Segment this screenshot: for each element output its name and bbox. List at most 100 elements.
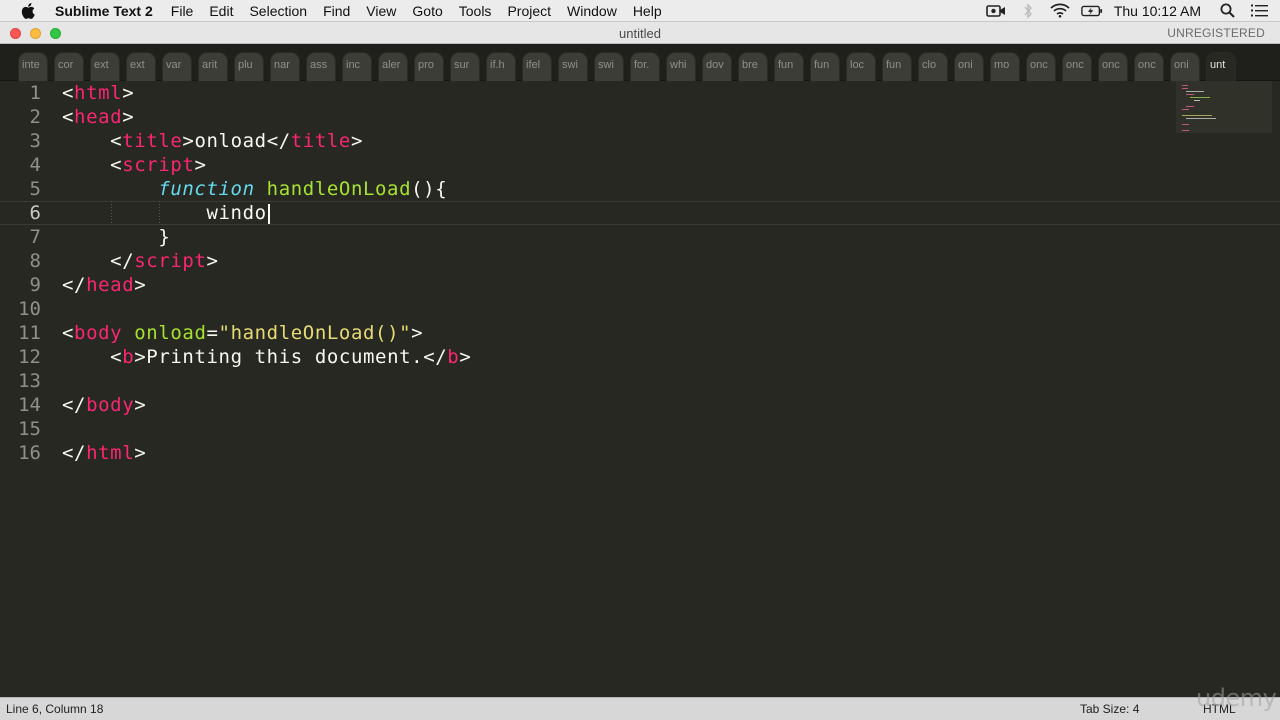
code-line: <script> [110,154,207,176]
tab-label: ext [130,59,145,71]
tab-label: cor [58,59,74,71]
window-title-bar: untitled UNREGISTERED [0,22,1280,44]
minimap[interactable] [1176,81,1272,133]
tab-active[interactable]: unt [1206,52,1236,81]
code-line: <html> [62,82,135,104]
tab[interactable]: onc [1026,52,1056,81]
tab-label: ass [310,59,328,71]
menu-view[interactable]: View [358,3,404,19]
tab[interactable]: inc [342,52,372,81]
tab-label: sur [454,59,470,71]
screen-record-icon[interactable] [985,2,1007,20]
tab[interactable]: plu [234,52,264,81]
tab[interactable]: whi [666,52,696,81]
cursor-position: Line 6, Column 18 [6,702,104,716]
tab[interactable]: if.h [486,52,516,81]
notification-center-icon[interactable] [1248,2,1270,20]
tab-label: for. [634,59,650,71]
line-number: 12 [18,346,41,368]
menu-app-name[interactable]: Sublime Text 2 [47,3,163,19]
tab[interactable]: var [162,52,192,81]
menu-goto[interactable]: Goto [404,3,450,19]
tab[interactable]: ifel [522,52,552,81]
tab-label: inte [22,59,40,71]
line-number: 15 [18,418,41,440]
menu-project[interactable]: Project [499,3,559,19]
menu-file[interactable]: File [163,3,202,19]
tab[interactable]: loc [846,52,876,81]
tab[interactable]: swi [594,52,624,81]
code-line: function handleOnLoad(){ [158,178,448,200]
code-line: } [158,226,171,248]
tab-label: swi [562,59,578,71]
tab[interactable]: onc [1134,52,1164,81]
tab[interactable]: swi [558,52,588,81]
tab[interactable]: inte [18,52,48,81]
tab-label: bre [742,59,758,71]
tab[interactable]: onc [1062,52,1092,81]
menubar-clock[interactable]: Thu 10:12 AM [1114,3,1201,19]
tab[interactable]: mo [990,52,1020,81]
tab[interactable]: clo [918,52,948,81]
tab[interactable]: dov [702,52,732,81]
tab-label: mo [994,59,1010,71]
tab-label: onc [1066,59,1084,71]
line-number: 5 [29,178,41,200]
tab[interactable]: nar [270,52,300,81]
code-line-current: windo [62,201,471,225]
tab-label: oni [1174,59,1189,71]
tab-label: whi [670,59,687,71]
battery-charging-icon[interactable] [1081,2,1103,20]
tab[interactable]: ext [90,52,120,81]
tab-label: aler [382,59,401,71]
tab[interactable]: cor [54,52,84,81]
tab[interactable]: ass [306,52,336,81]
line-number: 9 [29,274,41,296]
line-number: 11 [18,322,41,344]
menu-find[interactable]: Find [315,3,358,19]
tab-label: onc [1030,59,1048,71]
tab-size-selector[interactable]: Tab Size: 4 [1080,702,1139,716]
wifi-icon[interactable] [1049,2,1071,20]
menu-window[interactable]: Window [559,3,625,19]
tab-strip: inte cor ext ext var arit plu nar ass in… [0,44,1280,81]
apple-icon[interactable] [19,2,37,20]
line-number: 1 [29,82,41,104]
bluetooth-icon[interactable] [1017,2,1039,20]
tab[interactable]: sur [450,52,480,81]
tab[interactable]: pro [414,52,444,81]
spotlight-search-icon[interactable] [1216,2,1238,20]
code-line: </head> [62,274,147,296]
tab[interactable]: arit [198,52,228,81]
tab[interactable]: oni [1170,52,1200,81]
tab-label: arit [202,59,218,71]
code-text: <html> <head> <title>onload</title> <scr… [62,81,471,465]
tab[interactable]: for. [630,52,660,81]
menu-tools[interactable]: Tools [451,3,500,19]
line-number-current: 6 [29,202,41,224]
tab[interactable]: aler [378,52,408,81]
menu-edit[interactable]: Edit [201,3,241,19]
tab[interactable]: bre [738,52,768,81]
tab[interactable]: oni [954,52,984,81]
tab-label: fun [814,59,830,71]
menu-selection[interactable]: Selection [241,3,315,19]
unregistered-label: UNREGISTERED [1167,26,1265,40]
tab[interactable]: ext [126,52,156,81]
code-editor[interactable]: 1 2 3 4 5 6 7 8 9 10 11 12 13 14 15 16 <… [0,81,1280,697]
tab-label: plu [238,59,253,71]
tab-label: nar [274,59,290,71]
tab-label: onc [1102,59,1120,71]
tab[interactable]: fun [774,52,804,81]
tab-label: inc [346,59,361,71]
minimap-line [1186,94,1194,95]
menu-help[interactable]: Help [625,3,670,19]
tab[interactable]: fun [810,52,840,81]
line-number: 8 [29,250,41,272]
code-line: <body onload="handleOnLoad()"> [62,322,424,344]
line-number-gutter: 1 2 3 4 5 6 7 8 9 10 11 12 13 14 15 16 [0,81,52,465]
tab[interactable]: fun [882,52,912,81]
line-number: 4 [29,154,41,176]
tab[interactable]: onc [1098,52,1128,81]
